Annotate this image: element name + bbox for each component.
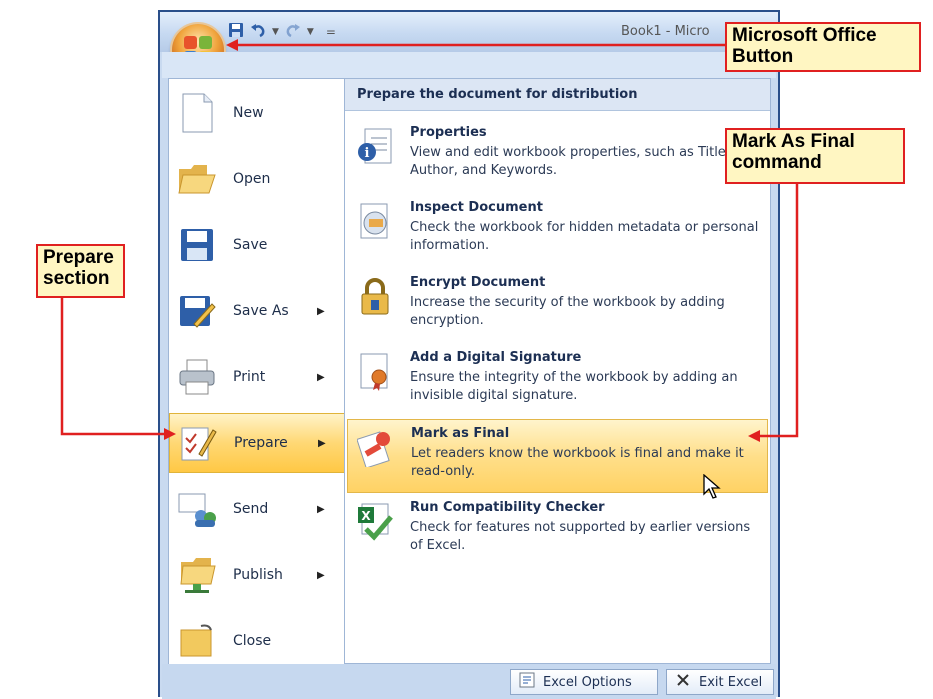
- callout-mark-as-final: Mark As Final command: [725, 128, 905, 184]
- callout-leader-lines: [60, 39, 799, 442]
- callout-office-button: Microsoft Office Button: [725, 22, 921, 72]
- callout-prepare-section: Prepare section: [36, 244, 125, 298]
- mouse-pointer-icon: [703, 473, 723, 504]
